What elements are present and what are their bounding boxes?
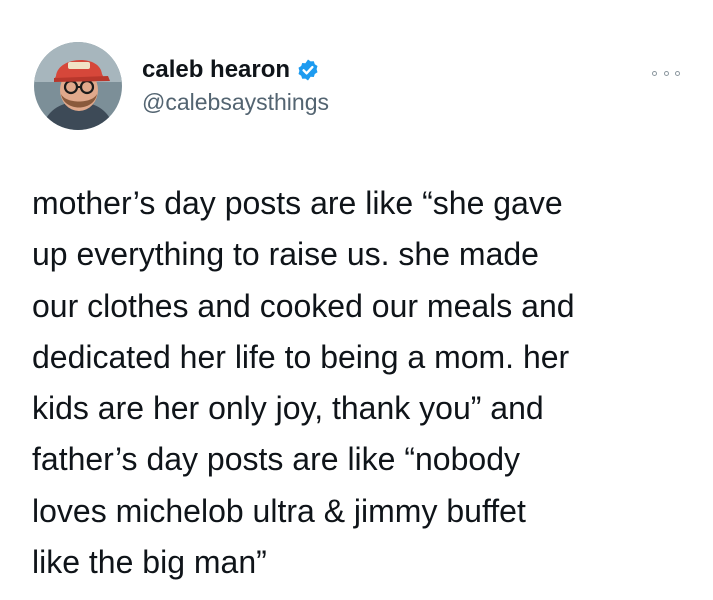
tweet-text-line: dedicated her life to being a mom. her <box>32 338 570 375</box>
tweet-text-line: loves michelob ultra & jimmy buffet <box>32 492 526 529</box>
dot-icon <box>663 70 669 76</box>
tweet-text-line: up everything to raise us. she made <box>32 236 539 273</box>
verified-badge-icon <box>296 58 320 82</box>
name-row: caleb hearon <box>142 55 329 85</box>
tweet-card: caleb hearon @calebsaysthings mother’s d… <box>0 0 713 600</box>
tweet-text-line: kids are her only joy, thank you” and <box>32 390 544 427</box>
author-names: caleb hearon @calebsaysthings <box>142 55 329 117</box>
tweet-text-line: father’s day posts are like “nobody <box>32 441 520 478</box>
dot-icon <box>652 70 657 76</box>
dot-icon <box>675 70 680 76</box>
profile-photo-avatar-icon <box>34 42 122 130</box>
tweet-text-line: our clothes and cooked our meals and <box>32 287 575 324</box>
avatar[interactable] <box>34 42 122 130</box>
tweet-header: caleb hearon @calebsaysthings <box>34 42 329 130</box>
more-options-icon[interactable] <box>652 64 680 82</box>
author-display-name[interactable]: caleb hearon <box>142 55 290 85</box>
tweet-text: mother’s day posts are like “she gave up… <box>32 178 692 588</box>
author-handle[interactable]: @calebsaysthings <box>142 87 329 117</box>
tweet-text-line: mother’s day posts are like “she gave <box>32 185 563 221</box>
tweet-text-line: like the big man” <box>32 544 267 581</box>
